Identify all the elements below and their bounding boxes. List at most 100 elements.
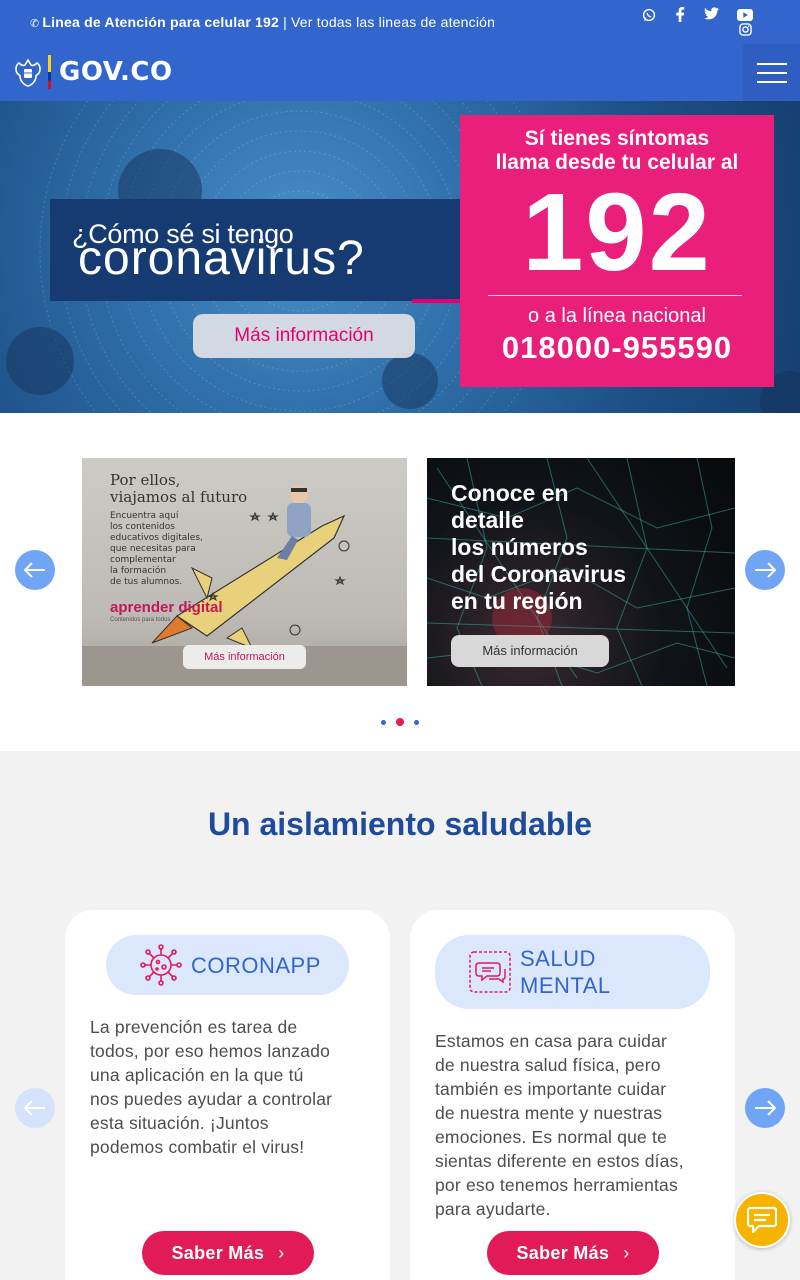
description-line: por eso tenemos herramientas [435, 1175, 678, 1195]
slide1-title-line1: Por ellos, [110, 471, 181, 489]
accent-line [412, 299, 462, 303]
hero-more-info-button[interactable]: Más información [193, 314, 415, 358]
carousel-dot-active[interactable] [396, 718, 404, 726]
description-line: La prevención es tarea de [90, 1017, 298, 1037]
chat-bubbles-icon [469, 951, 511, 993]
carousel-prev-button[interactable] [15, 550, 55, 590]
slide1-title-line2: viajamos al futuro [110, 488, 248, 506]
slide-aprender-digital[interactable]: Por ellos, viajamos al futuro Encuentra … [82, 458, 407, 686]
hotline-box: Sí tienes síntomas llama desde tu celula… [460, 115, 774, 387]
slide2-title-line: del Coronavirus [451, 561, 627, 587]
description-line: podemos combatir el virus! [90, 1137, 305, 1157]
youtube-icon[interactable] [736, 8, 754, 24]
slide1-body-line: educativos digitales, [110, 533, 203, 543]
symptoms-line1: Sí tienes síntomas [524, 127, 710, 150]
salud-mental-saber-mas-button[interactable]: Saber Más › [487, 1231, 659, 1275]
coronapp-label: CORONAPP [191, 952, 321, 978]
chat-support-button[interactable] [734, 1192, 790, 1248]
coronapp-description: La prevención es tarea de todos, por eso… [90, 1015, 375, 1159]
hamburger-menu-button[interactable] [743, 44, 800, 101]
instagram-icon[interactable] [736, 23, 754, 39]
salud-mental-pill: SALUD MENTAL [435, 935, 710, 1009]
flag-bar [48, 55, 51, 89]
national-number: 018000-955590 [501, 330, 733, 365]
gov-co-logo[interactable]: GOV.CO [14, 54, 173, 90]
symptoms-text: Sí tienes síntomas llama desde tu celula… [460, 127, 774, 175]
top-info-bar: ✆ Linea de Atención para celular 192 | Ve… [0, 0, 800, 44]
all-lines-link[interactable]: Ver todas las lineas de atención [291, 14, 495, 30]
arrow-left-icon [24, 1100, 45, 1116]
whatsapp-icon[interactable] [640, 8, 658, 25]
healthy-isolation-section: Un aislamiento saludable CORONAPP La pre… [0, 751, 800, 1280]
hotline-link[interactable]: Linea de Atención para celular 192 [42, 14, 279, 30]
label-line2: MENTAL [520, 973, 611, 998]
news-carousel: Por ellos, viajamos al futuro Encuentra … [0, 413, 800, 751]
coronapp-pill: CORONAPP [106, 935, 349, 995]
slide-coronavirus-numbers[interactable]: Conoce en detalle los números del Corona… [427, 458, 735, 686]
slide1-body-line: los contenidos [110, 522, 175, 532]
hotline-number: 192 [522, 171, 712, 294]
slide1-body-line: la formación [110, 566, 167, 576]
chevron-right-icon: › [278, 1242, 285, 1263]
slide1-body-line: complementar [110, 555, 176, 565]
twitter-icon[interactable] [702, 7, 720, 23]
virus-icon [140, 944, 182, 986]
arrow-right-icon [755, 562, 776, 578]
coronapp-saber-mas-button[interactable]: Saber Más › [142, 1231, 314, 1275]
description-line: Estamos en casa para cuidar [435, 1031, 668, 1051]
salud-mental-description: Estamos en casa para cuidar de nuestra s… [435, 1029, 725, 1221]
button-label: Saber Más [171, 1242, 265, 1263]
description-line: sientas diferente en estos días, [435, 1151, 684, 1171]
arrow-right-icon [755, 1100, 776, 1116]
description-line: también es importante cuidar [435, 1079, 667, 1099]
salud-mental-label: SALUD MENTAL [520, 945, 611, 999]
slide1-more-info-button[interactable]: Más información [183, 645, 306, 669]
hero-question-line2: coronavirus? [78, 232, 365, 285]
description-line: de nuestra salud física, pero [435, 1055, 661, 1075]
separator: | [283, 14, 287, 30]
slide1-body-line: de tus alumnos. [110, 577, 183, 587]
button-label: Saber Más [516, 1242, 610, 1263]
slide1-body: Encuentra aquí los contenidos educativos… [110, 511, 203, 588]
coronapp-card: CORONAPP La prevención es tarea de todos… [65, 910, 390, 1280]
hotline-text: ✆ Linea de Atención para celular 192 | Ve… [30, 14, 495, 30]
description-line: emociones. Es normal que te [435, 1127, 668, 1147]
chevron-right-icon: › [623, 1242, 630, 1263]
salud-mental-card: SALUD MENTAL Estamos en casa para cuidar… [410, 910, 735, 1280]
divider [488, 295, 742, 296]
colombia-seal-icon [15, 58, 41, 87]
social-links [640, 6, 760, 40]
carousel-dots [0, 717, 800, 727]
description-line: nos puedes ayudar a controlar [90, 1089, 333, 1109]
slide2-title-line: los números [451, 534, 588, 560]
cards-next-button[interactable] [745, 1088, 785, 1128]
chat-icon [747, 1206, 777, 1234]
slide2-title-line: detalle [451, 507, 524, 533]
slide1-body-line: que necesitas para [110, 544, 196, 554]
label-line1: SALUD [520, 946, 596, 971]
cards-prev-button[interactable] [15, 1088, 55, 1128]
slide1-title: Por ellos, viajamos al futuro [110, 472, 247, 506]
slide1-body-line: Encuentra aquí [110, 511, 179, 521]
phone-icon: ✆ [30, 18, 40, 30]
carousel-dot[interactable] [381, 719, 386, 725]
national-line-text: o a la línea nacional [528, 305, 706, 327]
arrow-left-icon [24, 562, 45, 578]
description-line: una aplicación en la que tú [90, 1065, 304, 1085]
description-line: todos, por eso hemos lanzado [90, 1041, 331, 1061]
slide2-more-info-button[interactable]: Más información [451, 635, 609, 667]
facebook-icon[interactable] [671, 7, 689, 25]
carousel-dot[interactable] [414, 719, 419, 725]
description-line: para ayudarte. [435, 1199, 551, 1219]
slide2-title-line: en tu región [451, 588, 583, 614]
carousel-next-button[interactable] [745, 550, 785, 590]
site-header: GOV.CO [0, 44, 800, 101]
description-line: de nuestra mente y nuestras [435, 1103, 663, 1123]
logo-text: GOV.CO [59, 57, 173, 87]
slide2-title: Conoce en detalle los números del Corona… [451, 480, 626, 615]
section-title: Un aislamiento saludable [207, 806, 593, 842]
description-line: esta situación. ¡Juntos [90, 1113, 269, 1133]
aprender-digital-logo: aprender digital Contenidos para todos [110, 600, 223, 627]
hero-banner[interactable]: ¿Cómo sé si tengo coronavirus? Más infor… [0, 101, 800, 413]
slide2-title-line: Conoce en [451, 480, 569, 506]
